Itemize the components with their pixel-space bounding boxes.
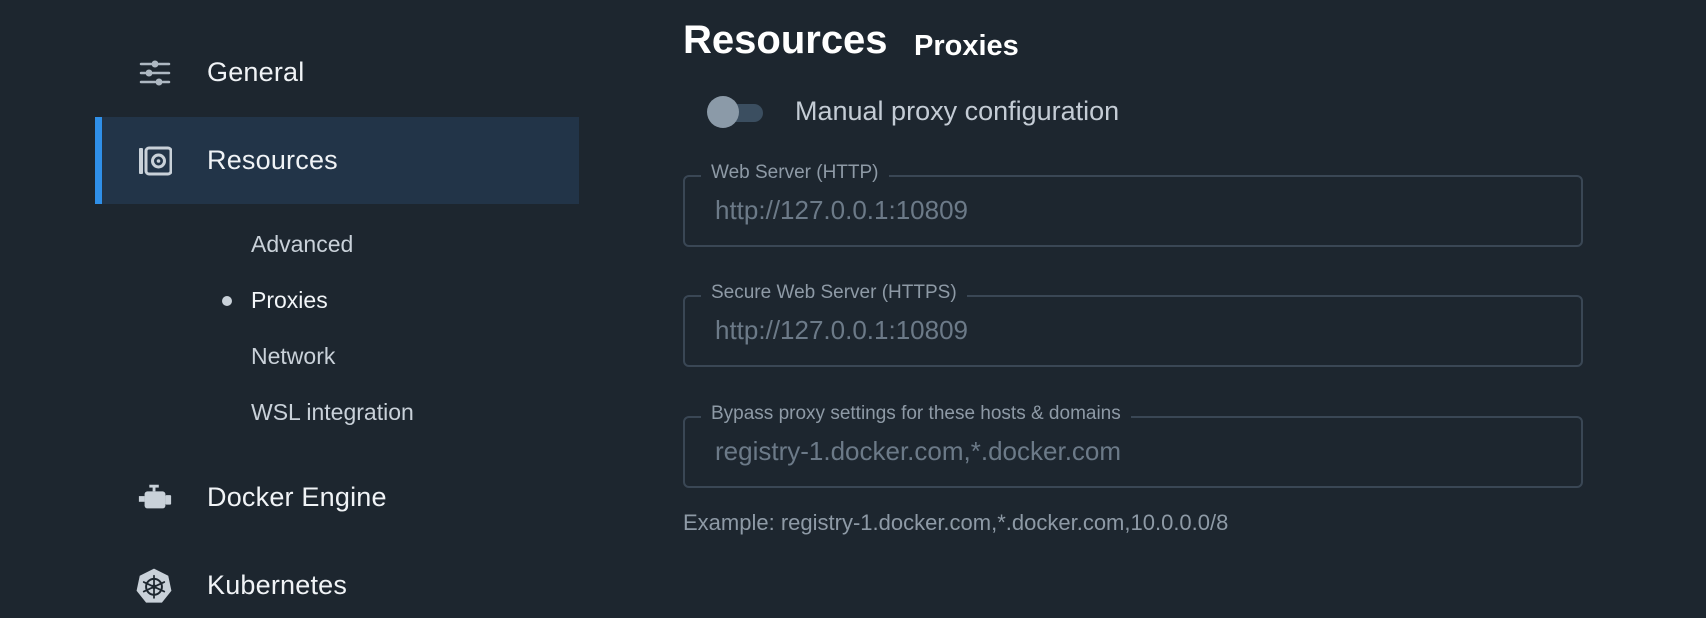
sidebar-item-kubernetes[interactable]: Kubernetes bbox=[95, 542, 579, 618]
http-proxy-field: Web Server (HTTP) bbox=[683, 162, 1583, 247]
sidebar-subitem-wsl-integration[interactable]: WSL integration bbox=[251, 399, 414, 426]
kubernetes-icon bbox=[136, 568, 173, 604]
sidebar-item-general[interactable]: General bbox=[95, 29, 579, 116]
sidebar-item-label: General bbox=[207, 57, 305, 87]
sliders-icon bbox=[137, 55, 173, 91]
field-legend: Bypass proxy settings for these hosts & … bbox=[701, 403, 1131, 425]
sidebar: General Resources Advanced Proxies Netwo… bbox=[0, 0, 580, 618]
sidebar-item-label: Docker Engine bbox=[207, 482, 387, 512]
sidebar-subitem-proxies[interactable]: Proxies bbox=[251, 287, 328, 314]
field-legend: Secure Web Server (HTTPS) bbox=[701, 282, 967, 304]
main-panel: Resources Proxies Manual proxy configura… bbox=[683, 0, 1683, 618]
bypass-example-hint: Example: registry-1.docker.com,*.docker.… bbox=[683, 510, 1229, 535]
page-title: Resources bbox=[683, 18, 888, 62]
https-proxy-field: Secure Web Server (HTTPS) bbox=[683, 282, 1583, 367]
http-proxy-input[interactable] bbox=[715, 195, 1555, 226]
https-proxy-input[interactable] bbox=[715, 315, 1555, 346]
sidebar-item-resources[interactable]: Resources bbox=[95, 117, 579, 204]
bypass-proxy-field: Bypass proxy settings for these hosts & … bbox=[683, 403, 1583, 488]
resources-icon bbox=[137, 143, 173, 179]
engine-icon bbox=[137, 480, 173, 516]
page-subtitle: Proxies bbox=[914, 30, 1019, 62]
selected-dot-icon bbox=[222, 296, 232, 306]
manual-proxy-toggle[interactable] bbox=[707, 96, 763, 128]
sidebar-subitem-network[interactable]: Network bbox=[251, 343, 335, 370]
toggle-knob bbox=[707, 96, 739, 128]
sidebar-item-docker-engine[interactable]: Docker Engine bbox=[95, 454, 579, 541]
field-legend: Web Server (HTTP) bbox=[701, 162, 889, 184]
sidebar-subitem-advanced[interactable]: Advanced bbox=[251, 231, 353, 258]
manual-proxy-label: Manual proxy configuration bbox=[795, 96, 1120, 126]
settings-window: General Resources Advanced Proxies Netwo… bbox=[0, 0, 1706, 618]
sidebar-item-label: Kubernetes bbox=[207, 570, 348, 600]
sidebar-item-label: Resources bbox=[207, 145, 338, 175]
bypass-proxy-input[interactable] bbox=[715, 436, 1555, 467]
